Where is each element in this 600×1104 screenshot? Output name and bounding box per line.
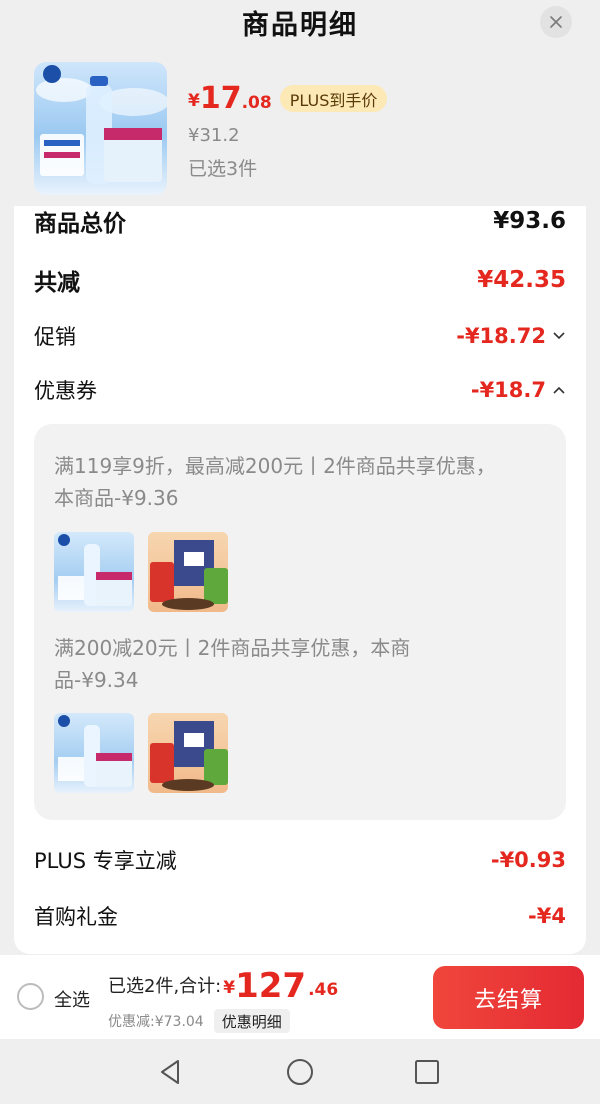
promo-label: 促销	[34, 325, 76, 349]
price-symbol: ¥	[188, 91, 200, 111]
plus-discount-row: PLUS 专享立减 -¥0.93	[34, 842, 566, 878]
coupon-value: -¥18.7	[470, 378, 546, 402]
total-price-label: 商品总价	[34, 211, 126, 237]
coupon-1-description: 满119享9折，最高减200元丨2件商品共享优惠， 本商品-¥9.36	[54, 450, 544, 514]
promo-value: -¥18.72	[456, 324, 546, 348]
selected-count: 已选3件	[188, 158, 258, 180]
select-all-label[interactable]: 全选	[54, 986, 90, 1012]
order-total-symbol: ¥	[223, 978, 236, 998]
coupon-1-line2: 本商品-¥9.36	[54, 486, 179, 510]
checkout-button[interactable]: 去结算	[433, 966, 584, 1029]
first-purchase-label: 首购礼金	[34, 905, 118, 929]
coupon-1-product-water	[54, 532, 134, 612]
original-price: ¥31.2	[188, 125, 240, 146]
select-all-checkbox[interactable]	[17, 983, 44, 1010]
coupon-1-line1: 满119享9折，最高减200元丨2件商品共享优惠，	[54, 454, 496, 478]
back-icon[interactable]	[156, 1057, 186, 1087]
sheet-header: 商品明细	[0, 0, 600, 44]
order-total: 已选2件,合计: ¥ 127 .46	[108, 968, 338, 1004]
discount-detail-button[interactable]: 优惠明细	[213, 1009, 290, 1033]
chevron-down-icon	[553, 332, 565, 340]
coupon-2-product-water	[54, 713, 134, 793]
order-total-label: 已选2件,合计:	[108, 976, 222, 997]
plus-price-badge: PLUS到手价	[279, 85, 388, 112]
coupon-2-description: 满200减20元丨2件商品共享优惠，本商 品-¥9.34	[54, 632, 544, 696]
promo-row[interactable]: 促销 -¥18.72	[34, 318, 566, 354]
coupon-2-product-snack	[148, 713, 228, 793]
total-reduced-label: 共减	[34, 270, 80, 296]
plus-discount-value: -¥0.93	[490, 848, 566, 872]
discount-amount: 优惠减:¥73.04	[108, 1014, 204, 1030]
product-summary: ¥ 17 .08 PLUS到手价 ¥31.2 已选3件	[34, 62, 574, 196]
total-reduced-row: 共减 ¥42.35	[34, 262, 566, 298]
order-total-integer: 127	[235, 966, 307, 1006]
product-price: ¥ 17 .08 PLUS到手价	[188, 81, 388, 116]
coupon-row[interactable]: 优惠券 -¥18.7	[34, 372, 566, 408]
product-image	[34, 62, 167, 195]
coupon-details: 满119享9折，最高减200元丨2件商品共享优惠， 本商品-¥9.36 满200…	[34, 424, 566, 820]
home-icon[interactable]	[285, 1057, 315, 1087]
page-title: 商品明细	[242, 9, 358, 41]
price-integer: 17	[199, 81, 242, 116]
first-purchase-value: -¥4	[528, 904, 566, 928]
chevron-up-icon	[553, 386, 565, 394]
close-icon	[550, 16, 562, 28]
price-decimal: .08	[241, 93, 272, 113]
coupon-1-product-snack	[148, 532, 228, 612]
total-price-value: ¥93.6	[493, 208, 566, 234]
coupon-2-line2: 品-¥9.34	[54, 668, 139, 692]
close-button[interactable]	[540, 6, 572, 38]
total-price-row: 商品总价 ¥93.6	[34, 206, 566, 237]
first-purchase-row: 首购礼金 -¥4	[34, 898, 566, 934]
coupon-label: 优惠券	[34, 379, 97, 403]
order-total-decimal: .46	[308, 980, 339, 1000]
coupon-2-line1: 满200减20元丨2件商品共享优惠，本商	[54, 636, 411, 660]
checkout-bar: 全选 已选2件,合计: ¥ 127 .46 优惠减:¥73.04 优惠明细 去结…	[0, 955, 600, 1039]
recents-icon[interactable]	[412, 1057, 442, 1087]
discount-summary: 优惠减:¥73.04 优惠明细	[108, 1009, 290, 1033]
plus-discount-label: PLUS 专享立减	[34, 849, 177, 873]
price-breakdown-card: 商品总价 ¥93.6 共减 ¥42.35 促销 -¥18.72 优惠券 -¥18…	[14, 206, 586, 954]
system-nav-bar	[0, 1039, 600, 1104]
total-reduced-value: ¥42.35	[477, 267, 566, 293]
